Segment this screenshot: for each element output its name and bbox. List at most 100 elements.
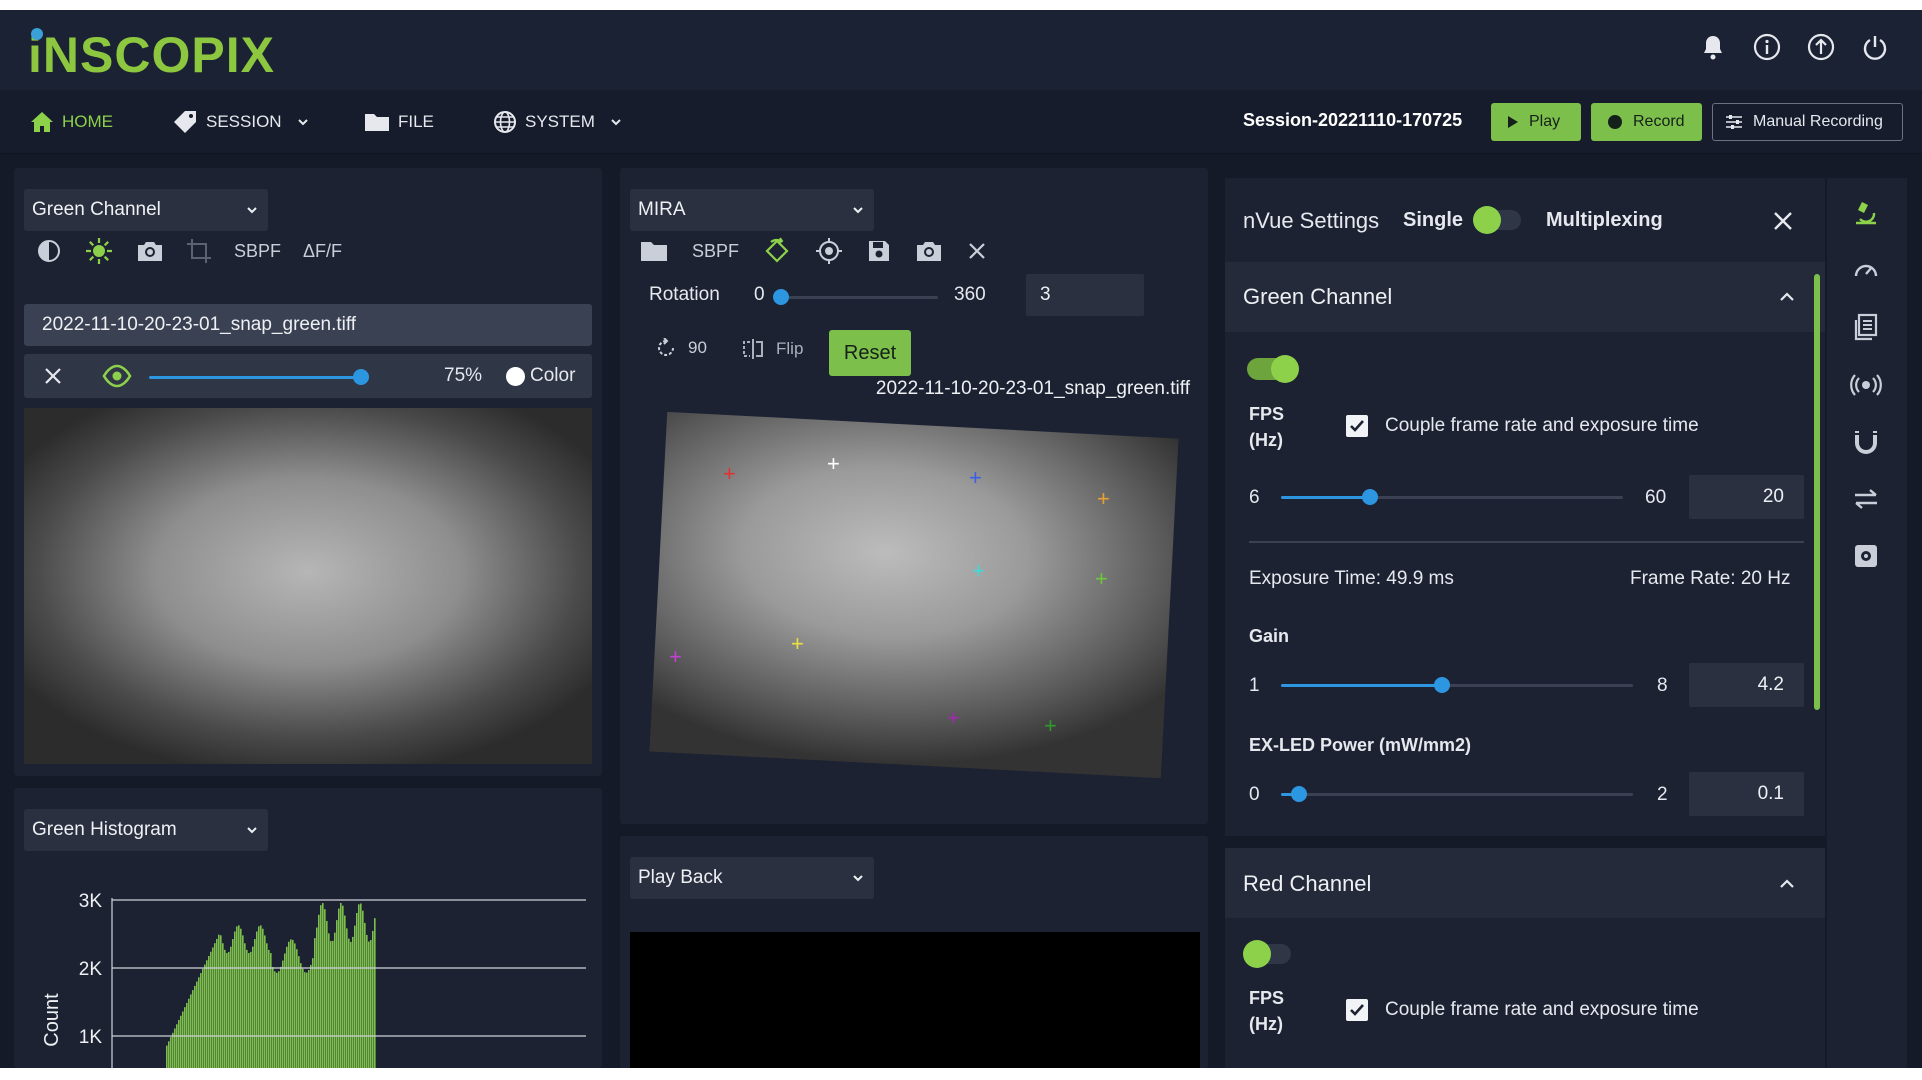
exposure-time: Exposure Time: 49.9 ms — [1249, 568, 1454, 589]
histogram-bar — [222, 943, 224, 1068]
histogram-bar — [316, 927, 318, 1068]
green-fps-label: FPS (Hz) — [1249, 404, 1285, 450]
manual-recording-label: Manual Recording — [1753, 113, 1883, 130]
crosshair-icon[interactable] — [815, 237, 843, 265]
rotation-slider[interactable] — [773, 289, 938, 305]
single-label: Single — [1403, 209, 1464, 231]
sbpf-button[interactable]: SBPF — [234, 241, 281, 262]
broadcast-icon[interactable] — [1849, 368, 1883, 402]
histogram-bar — [350, 941, 352, 1068]
manual-recording-button[interactable]: Manual Recording — [1712, 103, 1903, 141]
upload-icon[interactable] — [1804, 30, 1838, 64]
record-button[interactable]: Record — [1591, 103, 1702, 141]
play-button[interactable]: Play — [1491, 103, 1581, 141]
color-label: Color — [530, 365, 576, 386]
green-fps-input[interactable]: 20 — [1689, 475, 1804, 519]
record-icon — [1608, 115, 1622, 129]
crop-icon[interactable] — [186, 238, 212, 264]
chevron-down-icon — [247, 207, 257, 214]
histogram-bar — [270, 953, 272, 1068]
rotation-slider-thumb[interactable] — [773, 289, 789, 305]
led-power-input[interactable]: 0.1 — [1689, 772, 1804, 816]
led-power-slider-thumb[interactable] — [1291, 786, 1307, 802]
histogram-bar — [308, 970, 310, 1068]
brightness-icon[interactable] — [84, 236, 114, 266]
gain-slider-thumb[interactable] — [1434, 677, 1450, 693]
histogram-chart: 3K 2K 1K Count — [41, 891, 586, 1068]
magnet-icon[interactable] — [1849, 425, 1883, 459]
check-icon — [1350, 1004, 1364, 1016]
histogram-bar — [278, 971, 280, 1068]
histogram-bar — [166, 1045, 168, 1068]
green-channel-toggle[interactable] — [1247, 355, 1299, 383]
info-icon[interactable] — [1750, 30, 1784, 64]
power-icon[interactable] — [1858, 30, 1892, 64]
eye-icon[interactable] — [102, 364, 132, 388]
gain-label: Gain — [1249, 626, 1290, 646]
green-fps-slider[interactable] — [1281, 489, 1623, 505]
playback-viewer[interactable] — [630, 932, 1200, 1068]
bell-icon[interactable] — [1696, 30, 1730, 64]
green-channel-image[interactable] — [24, 408, 592, 764]
histogram-bar — [262, 928, 264, 1068]
led-power-slider[interactable] — [1281, 786, 1633, 802]
histogram-bar — [286, 946, 288, 1068]
gain-slider[interactable] — [1281, 677, 1633, 693]
save-icon[interactable] — [867, 239, 891, 263]
histogram-bar — [244, 943, 246, 1068]
gain-input[interactable]: 4.2 — [1689, 663, 1804, 707]
color-radio[interactable] — [506, 367, 525, 386]
mira-sbpf-button[interactable]: SBPF — [692, 241, 739, 262]
layers-icon[interactable] — [1849, 310, 1883, 344]
channel-select[interactable]: Green Channel — [24, 189, 268, 231]
red-channel-toggle[interactable] — [1243, 940, 1291, 968]
green-couple-label: Couple frame rate and exposure time — [1385, 415, 1699, 436]
folder-icon[interactable] — [640, 240, 668, 262]
close-icon[interactable] — [44, 367, 62, 385]
playback-select[interactable]: Play Back — [630, 857, 874, 899]
green-channel-toggle-knob — [1271, 355, 1299, 383]
contrast-icon[interactable] — [36, 238, 62, 264]
histogram-bar — [368, 941, 370, 1068]
mira-select[interactable]: MIRA — [630, 189, 874, 231]
green-fps-slider-thumb[interactable] — [1362, 489, 1378, 505]
camera-icon[interactable] — [915, 239, 943, 263]
gain-min: 1 — [1249, 675, 1260, 696]
histogram-bar — [180, 1015, 182, 1068]
marker-cross: + — [791, 631, 804, 656]
close-icon[interactable] — [967, 241, 987, 261]
opacity-value: 75% — [444, 365, 483, 386]
red-channel-toggle-knob — [1243, 940, 1271, 968]
rotate-icon[interactable] — [763, 237, 791, 265]
microscope-icon[interactable] — [1849, 196, 1883, 230]
green-couple-checkbox[interactable] — [1346, 415, 1368, 437]
swap-icon[interactable] — [1849, 482, 1883, 516]
rotate-90-button[interactable]: 90 — [656, 338, 707, 358]
rotation-input[interactable]: 3 — [1026, 274, 1144, 316]
nav-home[interactable]: HOME — [30, 90, 113, 154]
histogram-bar — [212, 947, 214, 1068]
histogram-bar — [216, 938, 218, 1068]
dff-button[interactable]: ΔF/F — [303, 241, 342, 262]
close-icon[interactable] — [1773, 211, 1793, 231]
red-channel-header[interactable]: Red Channel — [1225, 848, 1825, 918]
gauge-icon[interactable] — [1849, 253, 1883, 287]
settings-scrollbar[interactable] — [1814, 274, 1820, 710]
reset-button[interactable]: Reset — [829, 330, 911, 376]
settings-icon[interactable] — [1849, 539, 1883, 573]
opacity-slider[interactable] — [149, 369, 369, 385]
mode-toggle[interactable] — [1473, 206, 1521, 234]
chevron-down-icon — [297, 119, 308, 126]
nav-session[interactable]: SESSION — [172, 90, 310, 154]
green-fps-slider-fill — [1281, 496, 1370, 499]
green-channel-header[interactable]: Green Channel — [1225, 262, 1825, 332]
camera-icon[interactable] — [136, 239, 164, 263]
histogram-bar — [276, 972, 278, 1068]
red-couple-checkbox[interactable] — [1346, 999, 1368, 1021]
opacity-slider-thumb[interactable] — [353, 369, 369, 385]
flip-button[interactable]: Flip — [742, 338, 803, 360]
nav-system[interactable]: SYSTEM — [493, 90, 623, 154]
mira-image-area[interactable]: + + + + + + + + + + — [634, 411, 1179, 781]
histogram-bar — [364, 922, 366, 1068]
nav-file[interactable]: FILE — [364, 90, 434, 154]
